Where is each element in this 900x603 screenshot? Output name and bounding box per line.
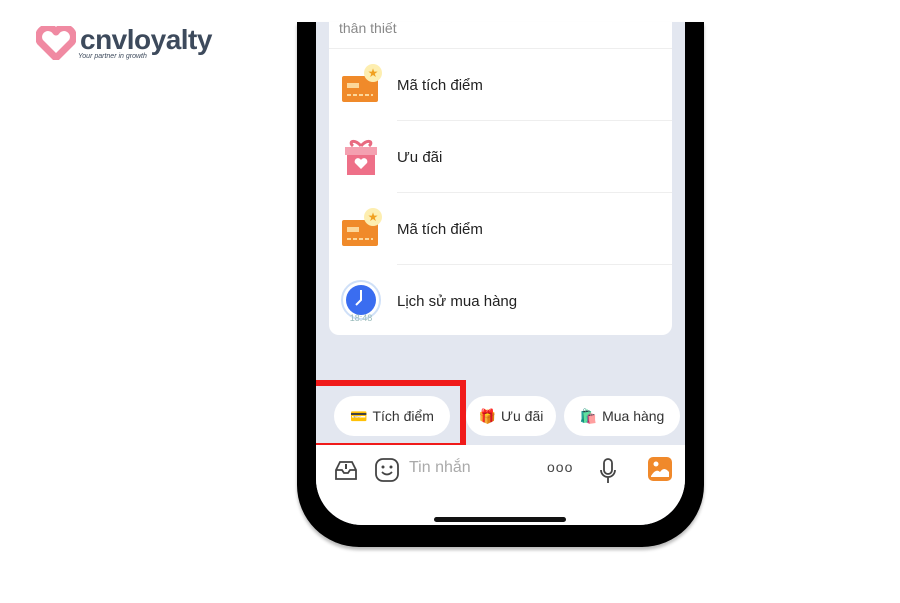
heart-logo-icon [36,26,76,60]
chip-uu-dai[interactable]: 🎁 Ưu đãi [466,396,556,436]
gift-icon: 🎁 [478,407,497,424]
cnvloyalty-logo: cnvloyalty Your partner in growth [36,26,212,60]
menu-item-lich-su-mua-hang[interactable]: 18:48 Lịch sử mua hàng [329,265,672,337]
message-input[interactable]: Tin nhắn [409,459,471,477]
chip-mua-hang[interactable]: 🛍️ Mua hàng [564,396,680,436]
svg-text:18:48: 18:48 [350,313,373,322]
menu-item-label: Mã tích điểm [397,76,483,94]
sticker-icon[interactable] [374,457,400,483]
logo-tagline: Your partner in growth [78,53,147,60]
menu-card: thân thiết ★ Mã tích điểm Ưu đãi ★ Mã tí… [329,22,672,335]
menu-item-label: Lịch sử mua hàng [397,292,518,310]
phone-frame: thân thiết ★ Mã tích điểm Ưu đãi ★ Mã tí… [297,22,704,547]
image-gallery-icon[interactable] [648,457,672,481]
menu-item-label: Ưu đãi [397,148,443,166]
menu-item-label: Mã tích điểm [397,220,483,238]
gift-icon [340,136,382,178]
home-indicator [434,517,566,522]
menu-item-ma-tich-diem[interactable]: ★ Mã tích điểm [329,49,672,121]
svg-text:★: ★ [368,210,379,224]
highlight-box [316,380,466,449]
chip-label: Ưu đãi [501,408,544,424]
phone-screen: thân thiết ★ Mã tích điểm Ưu đãi ★ Mã tí… [316,22,685,525]
clock-icon: 18:48 [340,280,382,323]
microphone-icon[interactable] [598,457,618,485]
card-star-icon: ★ [340,64,382,106]
more-options-icon[interactable]: ooo [547,459,573,475]
quick-reply-chips: 💳 Tích điểm 🎁 Ưu đãi 🛍️ Mua hàng [316,380,685,449]
shopping-bag-icon: 🛍️ [579,407,598,424]
card-header: thân thiết [329,22,672,49]
menu-item-uu-dai[interactable]: Ưu đãi [329,121,672,193]
card-star-icon: ★ [340,208,382,250]
chip-label: Mua hàng [602,408,665,424]
logo-name: cnvloyalty [80,24,212,55]
message-input-bar: Tin nhắn ooo [316,445,685,525]
svg-text:★: ★ [368,66,379,80]
menu-item-ma-tich-diem-2[interactable]: ★ Mã tích điểm [329,193,672,265]
inbox-info-icon[interactable] [333,457,359,483]
